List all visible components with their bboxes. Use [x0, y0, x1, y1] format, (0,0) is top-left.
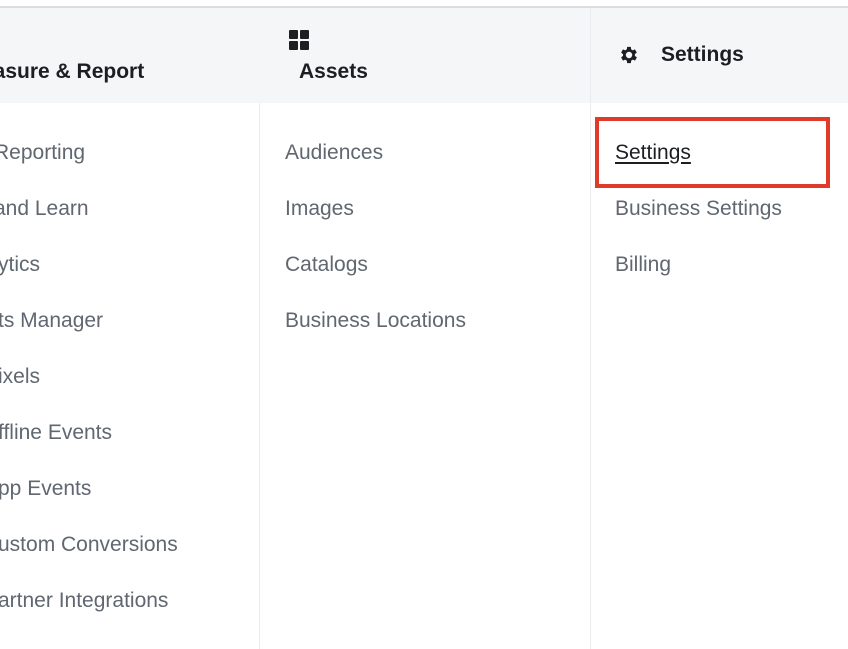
grid-icon — [289, 30, 309, 50]
menu-item-custom-conversions[interactable]: ustom Conversions — [0, 533, 178, 557]
menu-item-business-settings[interactable]: Business Settings — [615, 197, 782, 221]
menu-item-audiences[interactable]: Audiences — [285, 141, 383, 165]
top-border — [0, 0, 848, 8]
column-measure-report: easure & Report Reporting and Learn ytic… — [0, 8, 260, 649]
menu-item-offline-events[interactable]: ffline Events — [0, 421, 112, 445]
menu-item-app-events[interactable]: pp Events — [0, 477, 91, 501]
column-assets: Assets Audiences Images Catalogs Busines… — [259, 8, 591, 649]
gear-icon — [621, 46, 637, 64]
menu-item-business-locations[interactable]: Business Locations — [285, 309, 466, 333]
column-settings: Settings Settings Business Settings Bill… — [591, 8, 848, 649]
header-title-assets: Assets — [299, 60, 368, 83]
menu-item-reporting[interactable]: Reporting — [0, 141, 85, 165]
menu-item-billing[interactable]: Billing — [615, 253, 671, 277]
column-header-settings: Settings — [591, 8, 848, 103]
business-tools-menu: easure & Report Reporting and Learn ytic… — [0, 8, 848, 649]
menu-item-pixels[interactable]: ixels — [0, 365, 40, 389]
menu-item-catalogs[interactable]: Catalogs — [285, 253, 368, 277]
highlight-box — [595, 117, 830, 188]
menu-item-images[interactable]: Images — [285, 197, 354, 221]
menu-item-test-and-learn[interactable]: and Learn — [0, 197, 89, 221]
menu-item-partner-integrations[interactable]: artner Integrations — [0, 589, 168, 613]
header-title-measure-report: easure & Report — [0, 60, 145, 83]
column-header-measure-report: easure & Report — [0, 8, 259, 103]
column-header-assets: Assets — [259, 8, 590, 103]
menu-item-analytics[interactable]: ytics — [0, 253, 40, 277]
header-title-settings: Settings — [661, 43, 744, 66]
menu-item-events-manager[interactable]: ts Manager — [0, 309, 103, 333]
